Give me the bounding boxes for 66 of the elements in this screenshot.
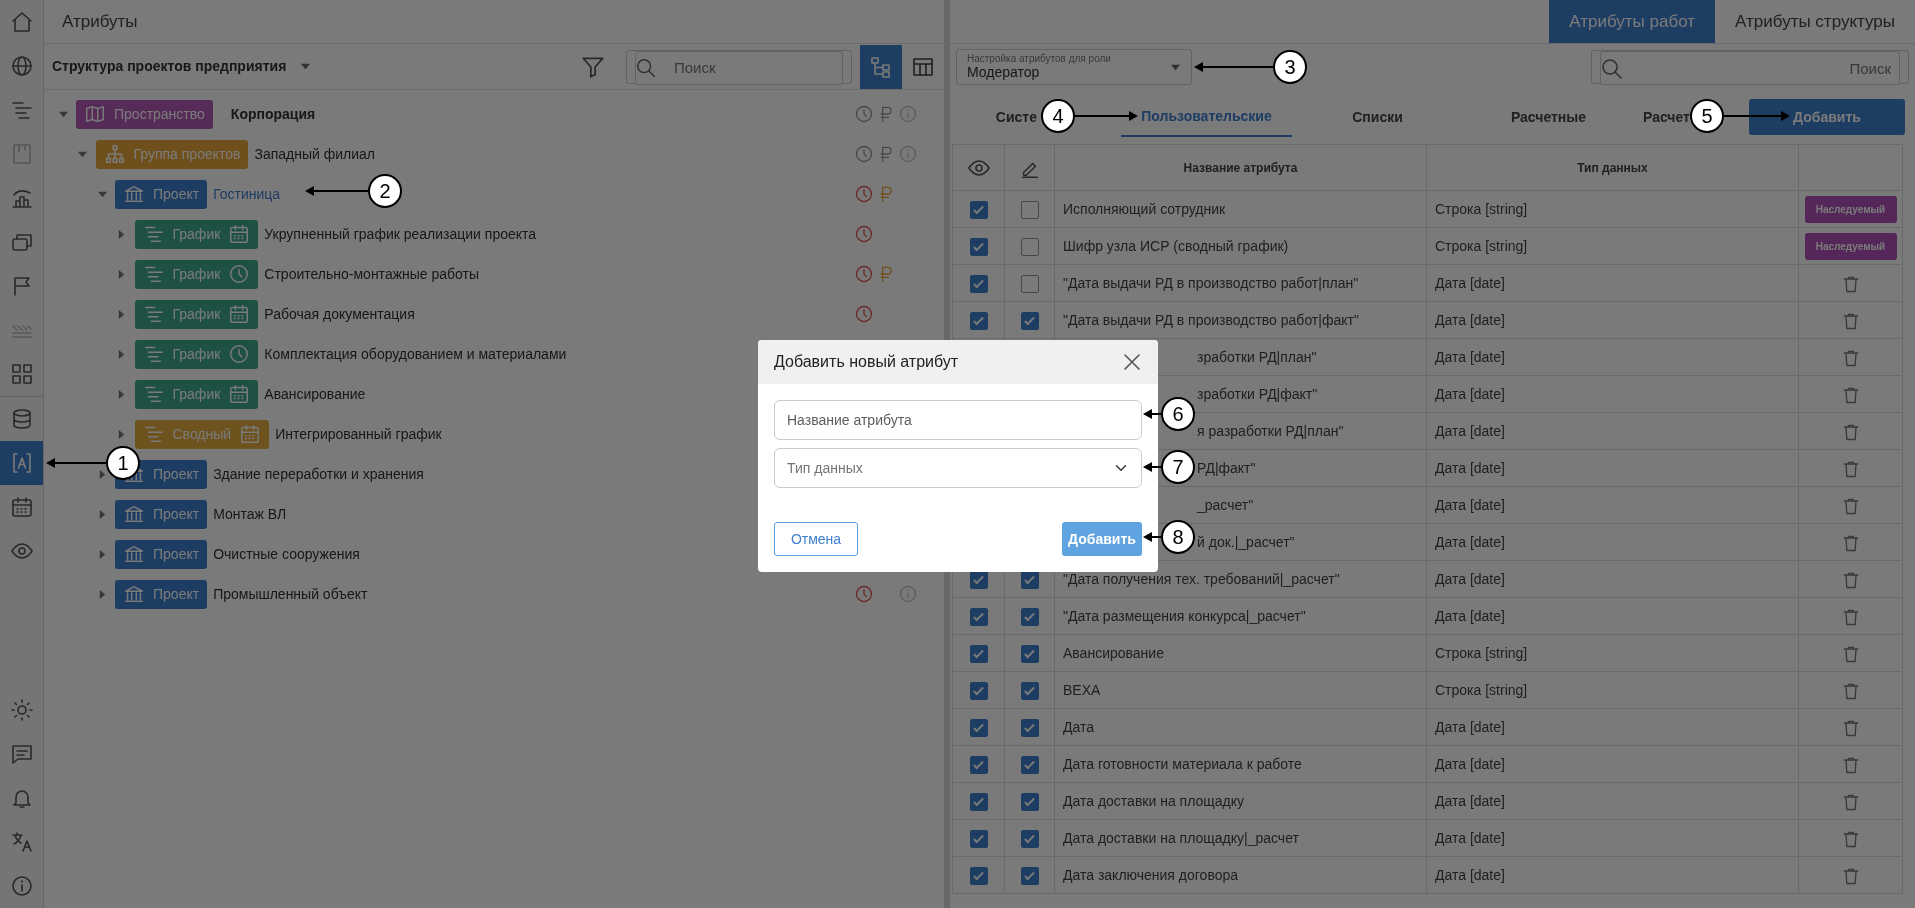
table-cell: Дата [date] [1435, 755, 1505, 772]
table-cell: "Дата выдачи РД в производство работ|план" [1063, 274, 1359, 291]
table-cell: РД|факт" [1197, 459, 1256, 476]
column-header: Тип данных [1577, 160, 1648, 175]
dialog-title: Добавить новый атрибут [774, 352, 959, 372]
callout-number: 5 [1690, 99, 1724, 133]
callout-number: 2 [368, 174, 402, 208]
badge-label: График [172, 264, 221, 284]
table-cell: Дата [date] [1435, 866, 1505, 883]
badge-label: Проект [153, 504, 200, 524]
callout-number: 8 [1161, 520, 1195, 554]
table-cell: Дата [date] [1435, 829, 1505, 846]
table-cell: Дата [date] [1435, 570, 1505, 587]
table-cell: я разработки РД|план" [1197, 422, 1344, 439]
select-caption: Настройка атрибутов для роли [967, 53, 1112, 65]
badge-label: Сводный [172, 424, 232, 444]
table-cell: зработки РД|план" [1197, 348, 1317, 365]
table-cell: Дата [1063, 718, 1094, 735]
badge-label: Проект [153, 584, 200, 604]
table-cell: Дата [date] [1435, 718, 1505, 735]
table-cell: Шифр узла ИСР (сводный график) [1063, 237, 1289, 254]
table-cell: Дата [date] [1435, 274, 1505, 291]
callout-number: 6 [1161, 397, 1195, 431]
table-cell: Дата [date] [1435, 385, 1505, 402]
select-value: Модератор [967, 64, 1041, 81]
table-cell: Дата [date] [1435, 459, 1505, 476]
table-cell: Дата [date] [1435, 607, 1505, 624]
callout-number: 1 [106, 446, 140, 480]
badge-label: График [172, 304, 221, 324]
table-cell: "Дата выдачи РД в производство работ|факт" [1063, 311, 1359, 328]
select-value: Структура проектов предприятия [52, 57, 287, 76]
badge-label: График [172, 384, 221, 404]
table-cell: Дата [date] [1435, 311, 1505, 328]
table-cell: Строка [string] [1435, 644, 1528, 661]
table-cell: Строка [string] [1435, 237, 1528, 254]
table-cell: Дата [date] [1435, 348, 1505, 365]
table-cell: Дата заключения договора [1063, 866, 1239, 883]
page-title: Атрибуты [62, 10, 138, 33]
table-cell: Дата [date] [1435, 496, 1505, 513]
table-cell: зработки РД|факт" [1197, 385, 1318, 402]
table-cell: й док.|_расчет" [1197, 533, 1295, 550]
table-cell: Дата [date] [1435, 792, 1505, 809]
callout-number: 4 [1041, 99, 1075, 133]
table-cell: "Дата размещения конкурса|_расчет" [1063, 607, 1306, 624]
table-cell: Дата готовности материала к работе [1063, 755, 1302, 772]
table-cell: "Дата получения тех. требований|_расчет" [1063, 570, 1340, 587]
badge-label: График [172, 344, 221, 364]
callout-number: 3 [1273, 50, 1307, 84]
badge-label: Группа проектов [133, 144, 241, 164]
table-cell: _расчет" [1197, 496, 1254, 513]
table-cell: Авансирование [1063, 644, 1164, 661]
badge-label: График [172, 224, 221, 244]
table-cell: ВЕХА [1063, 681, 1101, 698]
column-header: Название атрибута [1183, 160, 1298, 175]
table-cell: Дата доставки на площадку [1063, 792, 1244, 809]
table-cell: Дата доставки на площадку|_расчет [1063, 829, 1299, 846]
table-cell: Строка [string] [1435, 681, 1528, 698]
table-cell: Строка [string] [1435, 200, 1528, 217]
badge-label: Проект [153, 464, 200, 484]
badge-label: Проект [153, 544, 200, 564]
badge-label: Пространство [114, 104, 205, 124]
table-cell: Исполняющий сотрудник [1063, 200, 1226, 217]
badge-label: Проект [153, 184, 200, 204]
table-cell: Дата [date] [1435, 422, 1505, 439]
callout-number: 7 [1161, 450, 1195, 484]
table-cell: Дата [date] [1435, 533, 1505, 550]
